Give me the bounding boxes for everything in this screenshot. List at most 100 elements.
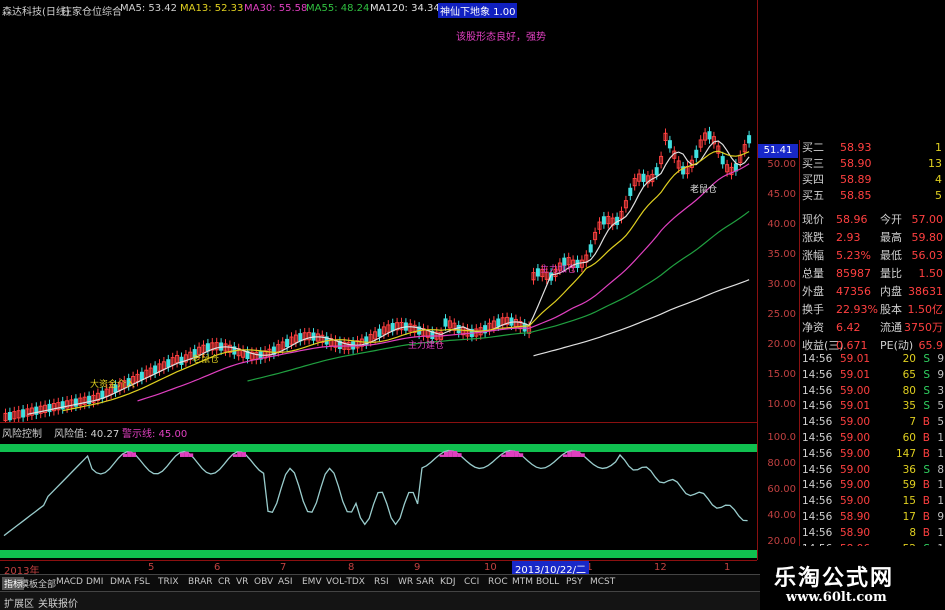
risk-peak — [237, 451, 242, 457]
indicator-tab[interactable]: EMV — [302, 577, 322, 587]
stat-value: 1.50亿 — [907, 303, 944, 316]
indicator-tab[interactable]: RSI — [374, 577, 389, 587]
indicator-tab[interactable]: OBV — [254, 577, 273, 587]
stat-value: 59.80 — [911, 231, 944, 244]
trade-price: 59.01 — [840, 368, 871, 381]
risk-oscillator-panel[interactable]: 风险控制 风险值: 40.27 警示线: 45.00 — [0, 422, 757, 561]
trade-time: 14:56 — [802, 384, 833, 397]
watermark-brand: 乐淘公式网 www.60lt.com — [760, 546, 945, 609]
ma55-label: MA55: 48.24 — [306, 3, 370, 14]
stat-label: 涨跌 — [802, 231, 824, 244]
stat-value: 2.93 — [836, 231, 861, 244]
indicator-tab[interactable]: BRAR — [188, 577, 212, 587]
month-label: 6 — [214, 562, 221, 573]
trade-extra: 1 — [937, 495, 944, 508]
indicator-tab[interactable]: KDJ — [440, 577, 456, 587]
trade-side: B — [922, 479, 930, 492]
risk-oscillator-svg[interactable] — [0, 423, 757, 561]
trade-price: 59.00 — [840, 447, 871, 460]
trade-extra: 1 — [937, 479, 944, 492]
indicator-tab[interactable]: MTM — [512, 577, 533, 587]
indicator-tab[interactable]: SAR — [416, 577, 434, 587]
month-label: 12 — [654, 562, 667, 573]
indicator-tab[interactable]: CCI — [464, 577, 479, 587]
quote-panel: 买二 58.93 1 买三 58.90 13 买四 58.89 4 买五 58.85 5 现价 58.9… — [799, 140, 945, 586]
indicator-tab[interactable]: WR — [398, 577, 413, 587]
trade-volume: 7 — [909, 416, 916, 429]
stat-label: 今开 — [880, 213, 902, 226]
candle-body — [694, 149, 699, 158]
trade-row: 14:56 59.00 60 B 1 — [800, 431, 945, 446]
related-quote-tab[interactable]: 关联报价 — [38, 595, 78, 610]
stat-row: 涨跌 2.93 最高 59.80 — [800, 230, 945, 246]
indicator-tab[interactable]: 模板 — [20, 577, 38, 590]
label-main-add: 主力加仓 — [540, 265, 577, 275]
stat-value: 5.23% — [836, 249, 871, 262]
ma55-line — [247, 210, 750, 382]
indicator-tab[interactable]: MCST — [590, 577, 615, 587]
trade-extra: 1 — [937, 526, 944, 539]
candle-body — [667, 140, 672, 149]
trade-volume: 15 — [902, 495, 916, 508]
trade-price: 59.00 — [840, 432, 871, 444]
upper-band — [0, 444, 757, 452]
ma30-label: MA30: 55.58 — [244, 3, 308, 14]
trade-row: 14:56 59.01 65 S 9 — [800, 368, 945, 383]
bid-volume: 4 — [935, 173, 942, 186]
trade-volume: 8 — [909, 526, 916, 539]
indicator-tab[interactable]: PSY — [566, 577, 583, 587]
risk-peak — [188, 453, 194, 457]
trade-price: 59.00 — [840, 463, 871, 476]
stat-label: 换手 — [802, 303, 824, 316]
risk-peak — [452, 451, 458, 457]
indicator-tab[interactable]: VR — [236, 577, 248, 587]
indicator-tab[interactable]: FSL — [134, 577, 150, 587]
indicator-tab-bar: 指标 模板 全部 MACD DMI DMA FSL TRIX BRAR CR VR OBV ASI EMV… — [0, 574, 760, 592]
candle-body — [747, 135, 752, 144]
indicator-tab[interactable]: TRIX — [158, 577, 179, 587]
indicator-tab[interactable]: DMA — [110, 577, 131, 587]
trade-time: 14:56 — [802, 463, 833, 476]
trade-price: 59.00 — [840, 384, 871, 397]
risk-peak — [184, 451, 189, 457]
trade-time: 14:56 — [802, 368, 833, 381]
status-bar: 扩展区 关联报价 — [0, 591, 760, 610]
indicator-tab[interactable]: VOL-TDX — [326, 577, 365, 587]
stat-label: 内盘 — [880, 285, 902, 298]
trade-extra: 5 — [937, 416, 944, 429]
trade-time: 14:56 — [802, 400, 833, 413]
ma120-label: MA120: 34.34 — [370, 3, 440, 14]
bid-label: 买四 — [802, 173, 824, 186]
trade-side: B — [922, 526, 930, 539]
lower-band — [0, 550, 757, 558]
indicator-tab[interactable]: 全部 — [38, 577, 56, 590]
bid-row: 买三 58.90 13 — [800, 156, 945, 172]
ma13-line — [62, 150, 750, 412]
trade-row: 14:56 59.01 20 S 9 — [800, 352, 945, 367]
expand-area-tab[interactable]: 扩展区 — [4, 595, 34, 610]
trade-row: 14:56 59.00 15 B 1 — [800, 494, 945, 509]
indicator-tab[interactable]: MACD — [56, 577, 83, 587]
osc-tick: 100.0 — [767, 432, 796, 443]
bid-volume: 1 — [935, 141, 942, 154]
stat-value: 1.50 — [918, 267, 944, 280]
candle-body — [720, 156, 725, 165]
ma5-line — [27, 140, 750, 415]
risk-peak — [576, 451, 581, 457]
candlestick-svg[interactable] — [0, 0, 757, 422]
candle-body — [285, 338, 290, 348]
label-big-money: 大资金介入 — [90, 380, 136, 390]
indicator-tab[interactable]: BOLL — [536, 577, 559, 587]
osc-tick: 40.00 — [767, 510, 796, 521]
candle-body — [641, 173, 646, 182]
trade-extra: 1 — [937, 432, 944, 444]
risk-peak — [562, 454, 568, 457]
indicator-tab[interactable]: DMI — [86, 577, 103, 587]
month-label: 10 — [484, 562, 497, 573]
indicator-tab[interactable]: CR — [218, 577, 231, 587]
indicator-tab[interactable]: ROC — [488, 577, 508, 587]
candlestick-chart[interactable]: 森达科技(日线) 庄家仓位综合 MA5: 53.42 MA13: 52.33 M… — [0, 0, 757, 422]
risk-peak — [571, 450, 576, 457]
indicator-tab[interactable]: ASI — [278, 577, 293, 587]
risk-peak — [457, 453, 462, 457]
